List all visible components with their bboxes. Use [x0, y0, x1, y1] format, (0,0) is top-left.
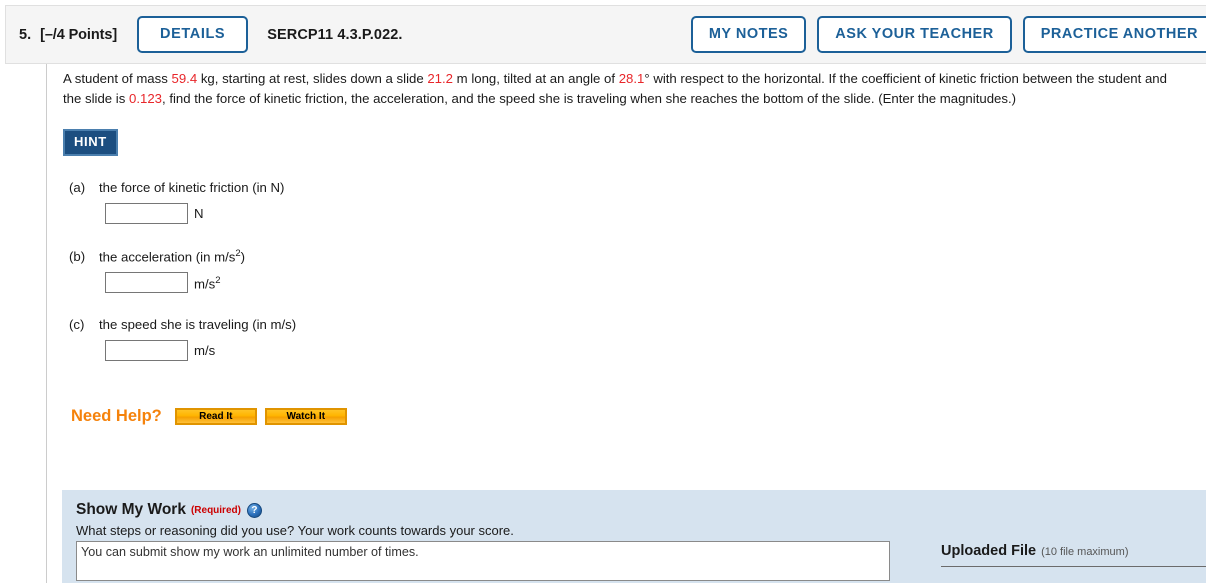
part-a-answer-row: N — [105, 202, 1188, 224]
problem-value-mu: 0.123 — [128, 91, 162, 106]
part-c-label: the speed she is traveling (in m/s) — [99, 317, 297, 333]
show-my-work-title-row: Show My Work (Required) ? — [76, 501, 900, 519]
practice-another-button[interactable]: PRACTICE ANOTHER — [1022, 16, 1206, 53]
part-a-prompt: (a) the force of kinetic friction (in N) — [69, 180, 1188, 195]
help-circle-icon[interactable]: ? — [246, 502, 262, 518]
show-my-work-title: Show My Work — [76, 501, 186, 518]
problem-value-angle: 28.1 — [618, 71, 645, 86]
question-number: 5. — [19, 26, 32, 43]
part-c-prompt: (c) the speed she is traveling (in m/s) — [69, 317, 1188, 332]
problem-text-1: A student of mass — [63, 71, 172, 86]
part-a-answer-input[interactable] — [105, 202, 188, 224]
show-my-work-textarea[interactable]: You can submit show my work an unlimited… — [76, 541, 890, 581]
question-points: [–/4 Points] — [40, 26, 118, 43]
part-b-letter: (b) — [69, 249, 86, 265]
part-b-unit: m/s2 — [194, 275, 221, 291]
header-actions: MY NOTES ASK YOUR TEACHER PRACTICE ANOTH… — [690, 16, 1206, 53]
ask-your-teacher-button[interactable]: ASK YOUR TEACHER — [817, 16, 1012, 53]
watch-it-button[interactable]: Watch It — [264, 408, 347, 426]
part-b-unit-base: m/s — [194, 276, 216, 292]
my-notes-button[interactable]: MY NOTES — [690, 16, 807, 53]
part-a-unit: N — [194, 205, 204, 221]
uploaded-file-section: Uploaded File (10 file maximum) — [900, 490, 1206, 583]
part-b-label: the acceleration (in m/s2) — [99, 248, 245, 264]
part-c-unit: m/s — [194, 343, 216, 359]
problem-statement: A student of mass 59.4 kg, starting at r… — [63, 69, 1188, 109]
uploaded-file-header: Uploaded File (10 file maximum) — [941, 543, 1206, 559]
question-part-a: (a) the force of kinetic friction (in N)… — [63, 180, 1188, 224]
question-part-b: (b) the acceleration (in m/s2) m/s2 — [63, 248, 1188, 294]
part-b-answer-input[interactable] — [105, 272, 188, 294]
problem-value-length: 21.2 — [427, 71, 454, 86]
hint-button[interactable]: HINT — [63, 129, 118, 156]
part-c-answer-row: m/s — [105, 340, 1188, 362]
part-b-label-post: ) — [240, 249, 246, 265]
content-left-divider — [46, 64, 47, 583]
show-my-work-left: Show My Work (Required) ? What steps or … — [62, 490, 900, 583]
question-part-c: (c) the speed she is traveling (in m/s) … — [63, 317, 1188, 362]
uploaded-file-title: Uploaded File — [941, 543, 1037, 559]
read-it-button[interactable]: Read It — [174, 408, 257, 426]
question-header-bar: 5. [–/4 Points] DETAILS SERCP11 4.3.P.02… — [5, 5, 1206, 64]
part-b-unit-exponent: 2 — [215, 274, 221, 286]
part-a-label: the force of kinetic friction (in N) — [99, 179, 285, 195]
uploaded-file-divider — [941, 566, 1206, 567]
need-help-label: Need Help? — [71, 407, 162, 426]
question-body: A student of mass 59.4 kg, starting at r… — [63, 69, 1188, 426]
part-b-answer-row: m/s2 — [105, 272, 1188, 294]
details-button[interactable]: DETAILS — [137, 16, 249, 53]
problem-value-mass: 59.4 — [171, 71, 198, 86]
problem-text-3: m long, tilted at an angle of — [453, 71, 619, 86]
part-b-prompt: (b) the acceleration (in m/s2) — [69, 248, 1188, 264]
part-a-letter: (a) — [69, 179, 86, 195]
problem-text-2: kg, starting at rest, slides down a slid… — [197, 71, 428, 86]
show-my-work-subtitle: What steps or reasoning did you use? You… — [76, 523, 514, 538]
show-my-work-panel: Show My Work (Required) ? What steps or … — [62, 490, 1206, 583]
part-c-answer-input[interactable] — [105, 340, 188, 362]
need-help-row: Need Help? Read It Watch It — [63, 407, 1188, 426]
part-c-letter: (c) — [69, 317, 85, 333]
question-code: SERCP11 4.3.P.022. — [267, 26, 403, 43]
show-my-work-required-badge: (Required) — [190, 504, 241, 516]
uploaded-file-max-note: (10 file maximum) — [1041, 546, 1129, 558]
problem-text-5: , find the force of kinetic friction, th… — [162, 91, 1017, 106]
part-b-label-pre: the acceleration (in m/s — [99, 249, 236, 265]
